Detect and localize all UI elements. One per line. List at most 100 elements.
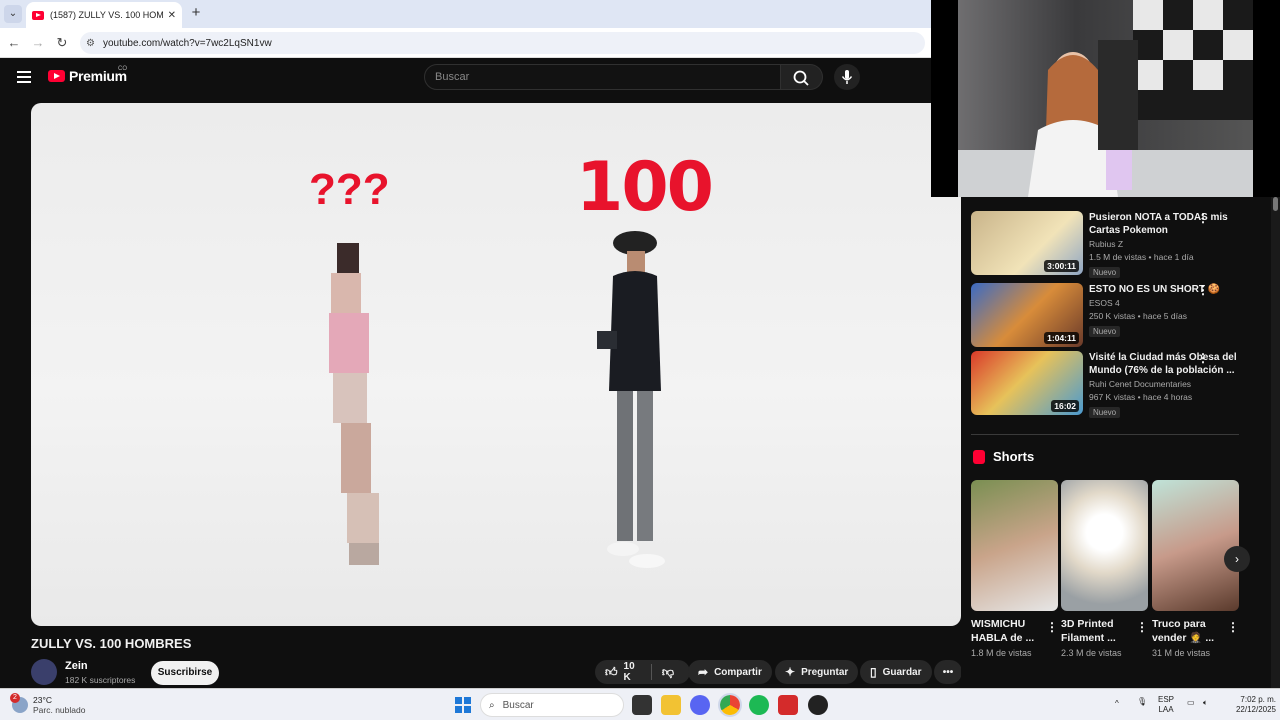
file-explorer-icon[interactable] [661,695,681,715]
video-title[interactable]: Visité la Ciudad más Obesa del Mundo (76… [1089,351,1239,377]
thumbs-up-icon[interactable]: 👍︎ [605,665,618,680]
recorder-app-icon[interactable] [778,695,798,715]
search-input[interactable]: Buscar [424,64,781,90]
short-item[interactable]: WISMICHU HABLA de ... 1.8 M de vistas ⋮ [971,480,1058,658]
voice-search-button[interactable] [834,64,860,90]
browser-tab[interactable]: (1587) ZULLY VS. 100 HOMBRES ✕ [26,2,182,28]
subscriber-count: 182 K suscriptores [65,675,136,685]
more-actions-button[interactable]: ••• [934,660,962,684]
url-field[interactable]: ⚙ youtube.com/watch?v=7wc2LqSN1vw [80,32,925,54]
notification-badge: 2 [10,693,20,703]
channel-avatar[interactable] [31,659,57,685]
save-label: Guardar [882,666,922,678]
reload-icon[interactable]: ↻ [54,35,70,51]
tab-list-chevron-icon[interactable]: ⌄ [4,5,22,23]
microphone-tray-icon[interactable]: 🎙︎ [1137,697,1147,707]
weather-widget[interactable]: 2 23°C Parc. nublado [10,693,86,715]
back-arrow-icon[interactable]: ← [6,35,22,51]
shorts-header: Shorts [973,449,1034,464]
short-thumbnail[interactable] [1152,480,1239,611]
short-title[interactable]: 3D Printed Filament ... [1061,617,1133,645]
browser-tab-bar: ⌄ (1587) ZULLY VS. 100 HOMBRES ✕ + [0,0,931,28]
tab-close-button[interactable]: ✕ [168,10,176,21]
divider [650,664,652,680]
channel-name[interactable]: Rubius Z [1089,239,1239,249]
clock[interactable]: 7:02 p. m. 22/12/2025 [1222,695,1276,715]
short-views: 31 M de vistas [1152,648,1211,658]
short-thumbnail[interactable] [1061,480,1148,611]
weather-condition: Parc. nublado [33,705,86,715]
question-marks-overlay: ?​?​? [309,165,390,214]
clock-time: 7:02 p. m. [1240,695,1276,704]
clock-date: 22/12/2025 [1235,705,1276,714]
tray-overflow-chevron-icon[interactable]: ^ [1115,699,1119,709]
windows-start-icon[interactable] [455,697,471,713]
network-icon[interactable]: ▭ [1187,698,1195,708]
shorts-next-arrow-icon[interactable]: › [1224,546,1250,572]
ask-button[interactable]: ✦ Preguntar [775,660,859,684]
chrome-icon[interactable] [718,693,742,717]
hundred-overlay-text: 100 [576,148,714,227]
share-arrow-icon: ➦ [698,665,709,679]
save-button[interactable]: ▯ Guardar [860,660,932,684]
scrollbar-thumb[interactable] [1273,197,1278,211]
video-meta: 967 K vistas • hace 4 horas [1089,392,1193,402]
thumbs-down-icon[interactable]: 👎︎ [662,665,674,680]
short-thumbnail[interactable] [971,480,1058,611]
recommendation-item[interactable]: 16:02 Visité la Ciudad más Obesa del Mun… [971,351,1239,418]
discord-icon[interactable] [690,695,710,715]
address-bar-row: ← → ↻ ⚙ youtube.com/watch?v=7wc2LqSN1vw [0,28,931,58]
short-item[interactable]: Truco para vender 🤵 ... 31 M de vistas ⋮ [1152,480,1239,658]
more-options-icon[interactable]: ⋮ [1197,283,1209,299]
hamburger-menu-icon[interactable] [17,71,31,83]
more-options-icon[interactable]: ⋮ [1136,620,1148,634]
recommendation-item[interactable]: 3:00:11 Pusieron NOTA a TODAS mis Cartas… [971,211,1239,278]
recommendation-item[interactable]: 1:04:11 ESTO NO ES UN SHORT 🍪 ESOS 4 250… [971,283,1239,347]
sparkle-icon: ✦ [785,665,796,679]
spotify-icon[interactable] [749,695,769,715]
video-player[interactable]: ?​?​? 100 [31,103,961,626]
video-thumbnail[interactable]: 16:02 [971,351,1083,415]
video-duration: 1:04:11 [1044,332,1079,344]
video-title[interactable]: Pusieron NOTA a TODAS mis Cartas Pokemon [1089,211,1239,237]
channel-name[interactable]: ESOS 4 [1089,298,1239,308]
short-title[interactable]: Truco para vender 🤵 ... [1152,617,1224,645]
short-views: 1.8 M de vistas [971,648,1032,658]
new-badge: Nuevo [1089,326,1121,337]
section-divider [971,434,1239,435]
task-view-icon[interactable] [632,695,652,715]
forward-arrow-icon[interactable]: → [30,35,46,51]
tab-title: (1587) ZULLY VS. 100 HOMBRES [50,10,164,20]
streamer-camera-feed [958,0,1253,197]
more-options-icon[interactable]: ⋮ [1197,351,1209,367]
obs-icon[interactable] [808,695,828,715]
new-badge: Nuevo [1089,267,1121,278]
language-indicator[interactable]: ESP LAA [1158,695,1174,715]
taskbar-search-text: Buscar [502,699,534,711]
standing-man [597,231,665,568]
weather-cloud-icon: 2 [10,693,28,713]
more-options-icon[interactable]: ⋮ [1197,211,1209,227]
short-title[interactable]: WISMICHU HABLA de ... [971,617,1043,645]
new-tab-button[interactable]: + [188,5,204,21]
taskbar-search[interactable]: ⌕ Buscar [480,693,624,717]
search-button[interactable] [781,64,823,90]
keyboard-layout: LAA [1158,705,1174,714]
short-views: 2.3 M de vistas [1061,648,1122,658]
video-title[interactable]: ESTO NO ES UN SHORT 🍪 [1089,283,1239,296]
more-options-icon[interactable]: ⋮ [1046,620,1058,634]
site-info-icon[interactable]: ⚙ [86,38,95,49]
url-text: youtube.com/watch?v=7wc2LqSN1vw [102,37,272,49]
youtube-premium-logo[interactable]: Premium CO [48,66,127,84]
video-thumbnail[interactable]: 3:00:11 [971,211,1083,275]
channel-name[interactable]: Ruhi Cenet Documentaries [1089,379,1239,389]
video-thumbnail[interactable]: 1:04:11 [971,283,1083,347]
more-options-icon[interactable]: ⋮ [1227,620,1239,634]
volume-icon[interactable]: 🔈︎ [1203,698,1208,708]
page-scrollbar[interactable] [1271,197,1280,688]
short-item[interactable]: 3D Printed Filament ... 2.3 M de vistas … [1061,480,1148,658]
subscribe-button[interactable]: Suscribirse [151,661,219,685]
channel-name[interactable]: Zein [65,660,88,672]
like-count[interactable]: 10 K [624,661,641,683]
share-button[interactable]: ➦ Compartir [688,660,772,684]
